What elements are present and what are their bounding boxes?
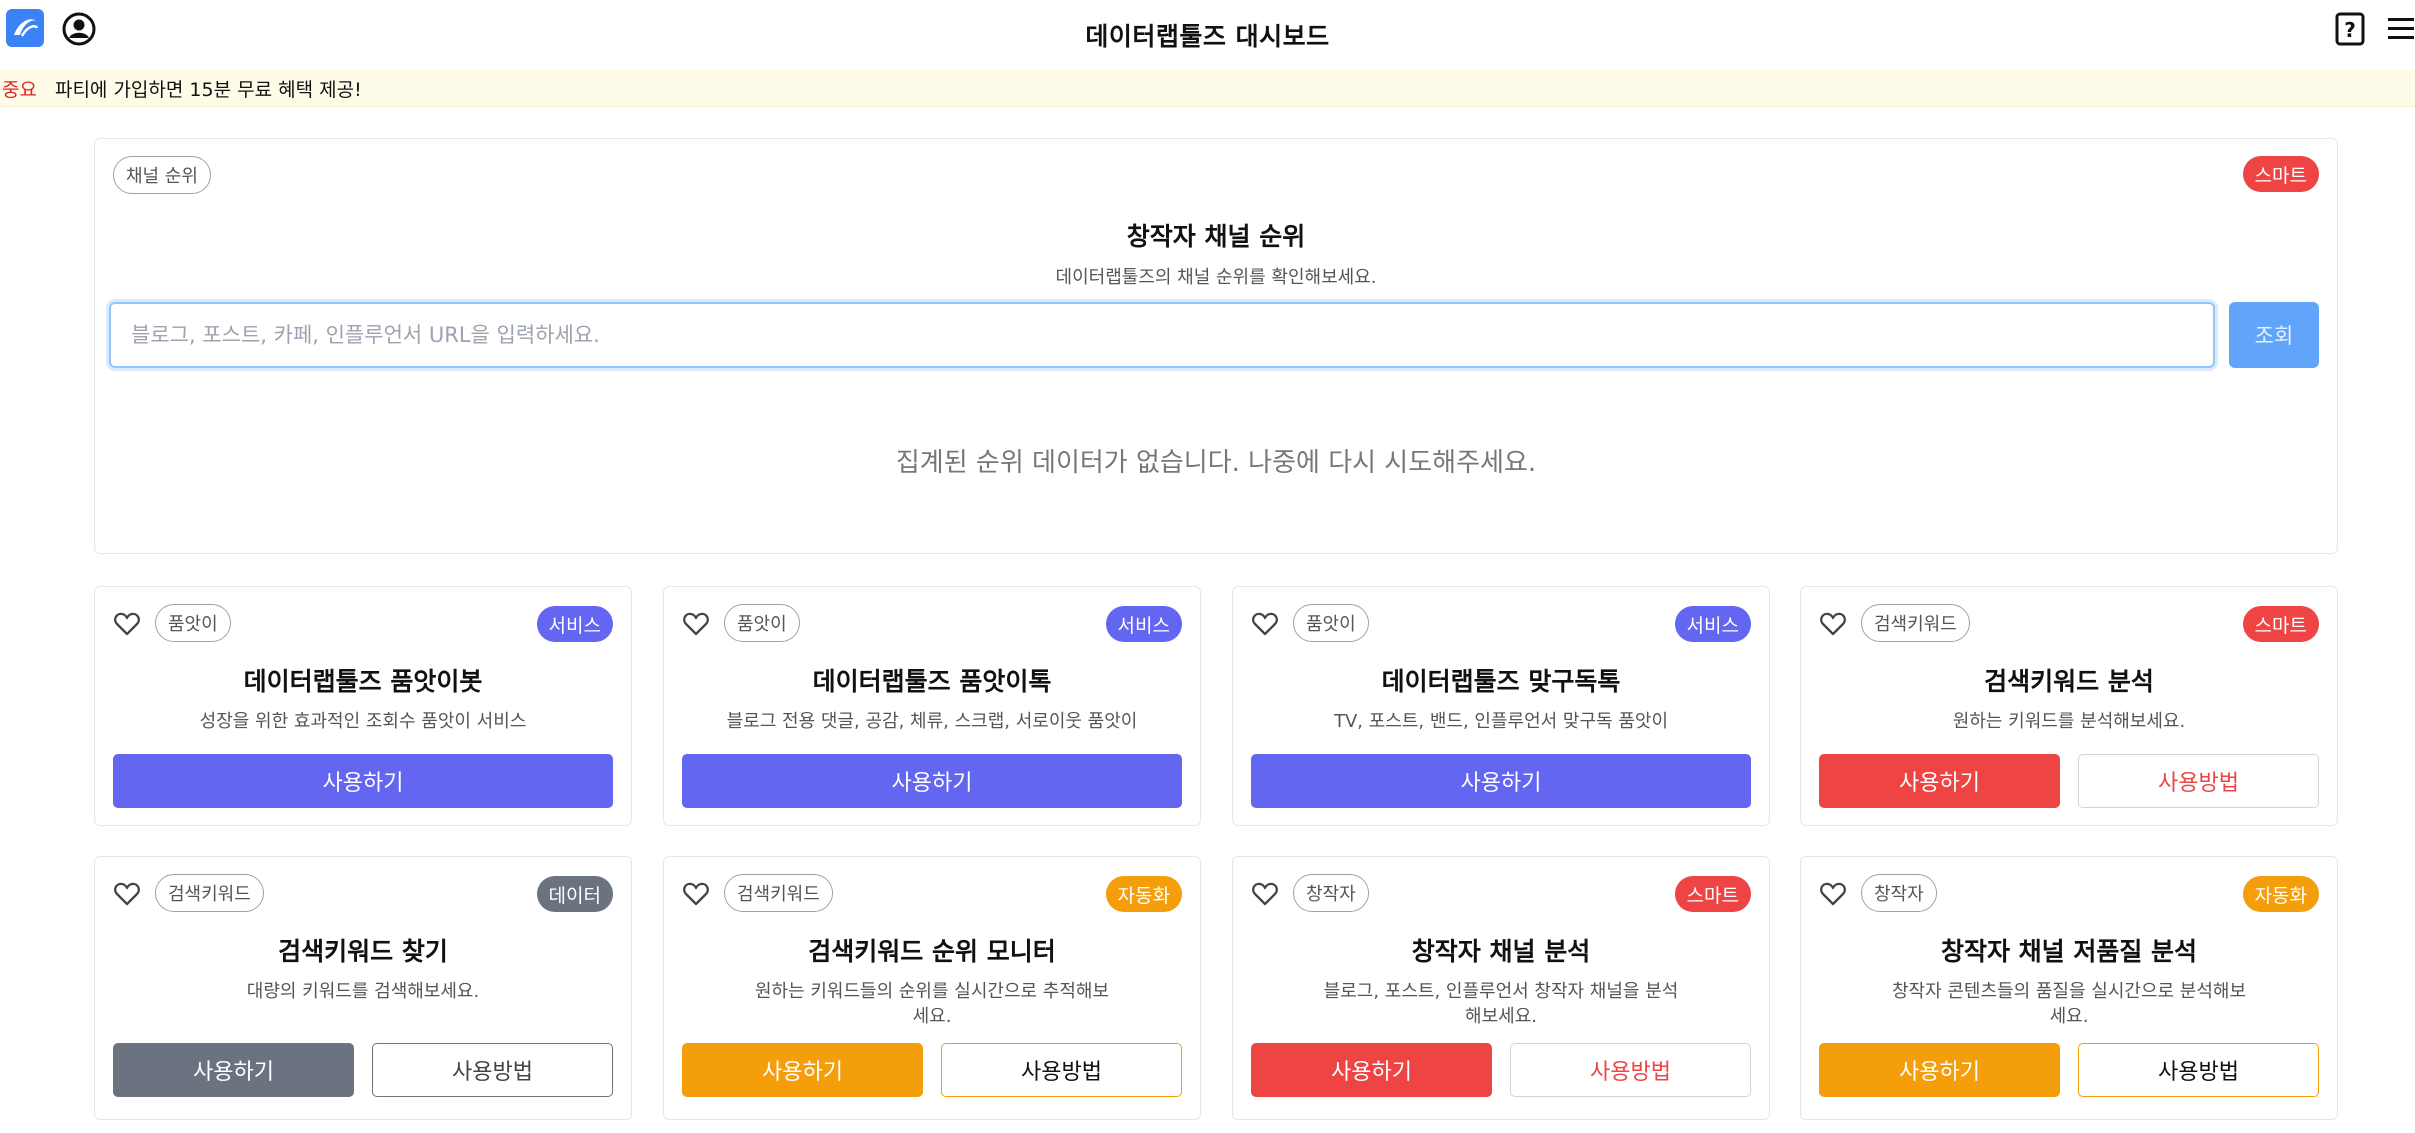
category-pill: 품앗이: [155, 604, 231, 642]
tool-title: 검색키워드 순위 모니터: [808, 937, 1056, 966]
category-pill: 품앗이: [1293, 604, 1369, 642]
use-button[interactable]: 사용하기: [1819, 754, 2060, 808]
status-badge: 데이터: [536, 876, 613, 912]
use-button[interactable]: 사용하기: [682, 1043, 923, 1097]
howto-button[interactable]: 사용방법: [941, 1043, 1182, 1097]
page-title: 데이터랩툴즈 대시보드: [1085, 22, 1330, 51]
tool-description: 블로그, 포스트, 인플루언서 창작자 채널을 분석해보세요.: [1323, 981, 1679, 1027]
heart-icon[interactable]: [1819, 610, 1847, 638]
howto-button[interactable]: 사용방법: [2078, 754, 2319, 808]
user-circle-icon[interactable]: [62, 12, 96, 46]
use-button[interactable]: 사용하기: [1251, 754, 1751, 808]
use-button[interactable]: 사용하기: [1251, 1043, 1492, 1097]
tool-description: 원하는 키워드를 분석해보세요.: [1952, 711, 2186, 732]
notice-tag: 중요: [2, 78, 37, 101]
top-bar: 데이터랩툴즈 대시보드 ?: [0, 0, 2415, 70]
heart-icon[interactable]: [1819, 880, 1847, 908]
tool-description: 원하는 키워드들의 순위를 실시간으로 추적해보세요.: [754, 981, 1110, 1027]
heart-icon[interactable]: [113, 610, 141, 638]
tool-title: 데이터랩툴즈 품앗이봇: [243, 667, 483, 696]
use-button[interactable]: 사용하기: [682, 754, 1182, 808]
heart-icon[interactable]: [113, 880, 141, 908]
help-icon[interactable]: ?: [2334, 12, 2366, 46]
status-badge: 스마트: [2242, 606, 2319, 642]
tool-title: 창작자 채널 저품질 분석: [1940, 937, 2198, 966]
search-button[interactable]: 조회: [2229, 302, 2319, 368]
notice-bar: 중요 파티에 가입하면 15분 무료 혜택 제공!: [0, 70, 2415, 107]
tool-card: 품앗이 서비스 데이터랩툴즈 품앗이톡 블로그 전용 댓글, 공감, 체류, 스…: [663, 586, 1201, 826]
tool-card: 검색키워드 스마트 검색키워드 분석 원하는 키워드를 분석해보세요. 사용하기…: [1800, 586, 2338, 826]
use-button[interactable]: 사용하기: [113, 1043, 354, 1097]
status-badge: 스마트: [1674, 876, 1751, 912]
hamburger-menu-icon[interactable]: [2386, 14, 2415, 44]
category-pill: 검색키워드: [724, 874, 833, 912]
tool-description: TV, 포스트, 밴드, 인플루언서 맞구독 품앗이: [1333, 711, 1669, 732]
channel-ranking-card: 채널 순위 스마트 창작자 채널 순위 데이터랩툴즈의 채널 순위를 확인해보세…: [94, 138, 2338, 554]
status-badge: 서비스: [536, 606, 613, 642]
card-title: 창작자 채널 순위: [1126, 222, 1306, 251]
tool-card: 품앗이 서비스 데이터랩툴즈 품앗이봇 성장을 위한 효과적인 조회수 품앗이 …: [94, 586, 632, 826]
category-pill: 창작자: [1861, 874, 1937, 912]
svg-text:?: ?: [2344, 18, 2356, 42]
tool-description: 성장을 위한 효과적인 조회수 품앗이 서비스: [199, 711, 527, 732]
category-pill: 검색키워드: [1861, 604, 1970, 642]
channel-url-input[interactable]: [109, 302, 2215, 368]
tool-title: 데이터랩툴즈 맞구독톡: [1381, 667, 1621, 696]
tool-description: 창작자 콘텐츠들의 품질을 실시간으로 분석해보세요.: [1891, 981, 2247, 1027]
heart-icon[interactable]: [1251, 880, 1279, 908]
heart-icon[interactable]: [1251, 610, 1279, 638]
howto-button[interactable]: 사용방법: [2078, 1043, 2319, 1097]
tool-title: 검색키워드 분석: [1984, 667, 2154, 696]
tool-card: 검색키워드 데이터 검색키워드 찾기 대량의 키워드를 검색해보세요. 사용하기…: [94, 856, 632, 1120]
status-badge: 자동화: [1105, 876, 1182, 912]
use-button[interactable]: 사용하기: [113, 754, 613, 808]
notice-message[interactable]: 파티에 가입하면 15분 무료 혜택 제공!: [55, 75, 362, 102]
tool-title: 검색키워드 찾기: [278, 937, 448, 966]
logo-icon: [14, 19, 39, 37]
tool-description: 블로그 전용 댓글, 공감, 체류, 스크랩, 서로이웃 품앗이: [726, 711, 1138, 732]
category-pill: 채널 순위: [113, 156, 211, 194]
use-button[interactable]: 사용하기: [1819, 1043, 2060, 1097]
tool-title: 데이터랩툴즈 품앗이톡: [812, 667, 1052, 696]
howto-button[interactable]: 사용방법: [1510, 1043, 1751, 1097]
status-badge: 서비스: [1105, 606, 1182, 642]
heart-icon[interactable]: [682, 880, 710, 908]
empty-state-message: 집계된 순위 데이터가 없습니다. 나중에 다시 시도해주세요.: [895, 448, 1537, 478]
tool-card: 품앗이 서비스 데이터랩툴즈 맞구독톡 TV, 포스트, 밴드, 인플루언서 맞…: [1232, 586, 1770, 826]
logo-icon[interactable]: [6, 9, 44, 47]
category-pill: 검색키워드: [155, 874, 264, 912]
status-badge: 서비스: [1674, 606, 1751, 642]
heart-icon[interactable]: [682, 610, 710, 638]
tool-card: 창작자 스마트 창작자 채널 분석 블로그, 포스트, 인플루언서 창작자 채널…: [1232, 856, 1770, 1120]
status-badge: 스마트: [2242, 156, 2319, 192]
tool-card: 검색키워드 자동화 검색키워드 순위 모니터 원하는 키워드들의 순위를 실시간…: [663, 856, 1201, 1120]
category-pill: 품앗이: [724, 604, 800, 642]
howto-button[interactable]: 사용방법: [372, 1043, 613, 1097]
tool-title: 창작자 채널 분석: [1411, 937, 1591, 966]
category-pill: 창작자: [1293, 874, 1369, 912]
status-badge: 자동화: [2242, 876, 2319, 912]
tool-card: 창작자 자동화 창작자 채널 저품질 분석 창작자 콘텐츠들의 품질을 실시간으…: [1800, 856, 2338, 1120]
card-subtitle: 데이터랩툴즈의 채널 순위를 확인해보세요.: [1055, 267, 1377, 288]
tool-description: 대량의 키워드를 검색해보세요.: [246, 981, 480, 1002]
